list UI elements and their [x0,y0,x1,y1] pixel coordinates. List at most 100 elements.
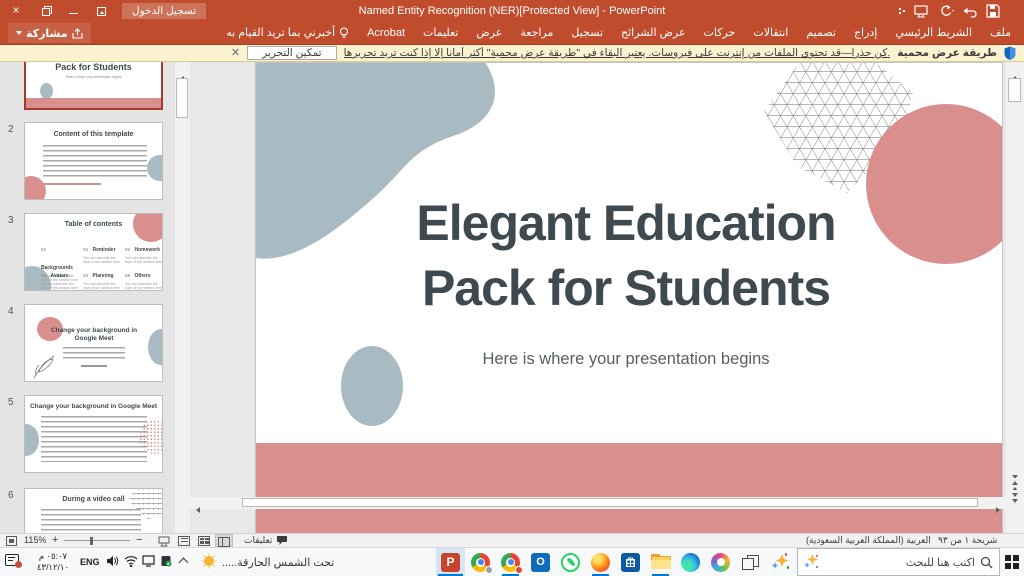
tray-clock[interactable]: ٠٥:٠٧ م ٤٣/١٢/١٠ [30,551,76,573]
tab-transitions[interactable]: انتقالات [744,22,797,44]
close-warning-icon[interactable]: ✕ [231,48,240,59]
tab-acrobat[interactable]: Acrobat [358,22,414,44]
zoom-out-button[interactable]: − [136,534,142,547]
thumbnail-slide-3[interactable]: Table of contents 01 Backgrounds You can… [24,213,163,291]
language-indicator[interactable]: العربية (المملكة العربية السعودية) [806,534,931,547]
share-button[interactable]: مشاركة [8,23,91,43]
scroll-right-icon[interactable] [992,497,1004,509]
thumbnail-slide-1[interactable]: Pack for Students Here is where your pre… [24,62,163,110]
tab-record[interactable]: تسجيل [562,22,612,44]
undo-icon[interactable] [962,4,978,18]
sign-in-button[interactable]: تسجيل الدخول [122,3,206,19]
toc-item-avatars: 02 Avatars You can describe the topic of… [41,264,81,290]
weather-widget-text[interactable]: تحت الشمس الحارقة..... [222,556,334,569]
tell-me-label: أخبرني بما تريد القيام به [226,22,335,44]
slide-subtitle[interactable]: Here is where your presentation begins [316,350,936,369]
toc-item-others: 06 Others You can describe the topic of … [125,264,163,290]
taskbar-task-view[interactable] [736,548,765,576]
weather-widget-icon[interactable] [200,553,218,571]
thumbnail-scrollbar[interactable] [175,62,190,533]
tab-insert[interactable]: إدراج [845,22,886,44]
minimize-window-icon[interactable] [66,4,82,18]
taskbar-photos[interactable] [706,548,735,576]
vertical-scrollbar[interactable] [1006,62,1024,533]
scroll-down-icon[interactable] [1006,462,1024,475]
zoom-slider-knob[interactable] [90,537,93,545]
tab-view[interactable]: عرض [467,22,511,44]
scroll-up-icon[interactable] [1006,62,1024,76]
powerpoint-icon: P [441,553,460,572]
main-slide[interactable]: Elegant Education Pack for Students Here… [255,62,1003,533]
input-language-indicator[interactable]: ENG [80,557,100,567]
volume-icon[interactable] [106,555,119,567]
zoom-slider[interactable] [64,540,130,541]
normal-view-button[interactable] [215,534,233,547]
tell-me-search[interactable]: أخبرني بما تريد القيام به [217,22,358,44]
v-scrollbar-thumb[interactable] [1008,78,1021,102]
close-window-icon[interactable]: × [8,4,24,18]
taskbar-firefox[interactable] [586,548,615,576]
taskbar-chrome-2[interactable] [496,548,525,576]
security-status-icon[interactable] [160,555,172,567]
tab-slideshow[interactable]: عرض الشرائح [612,22,695,44]
taskbar-store[interactable] [616,548,645,576]
next-slide-button[interactable] [1006,490,1024,501]
protected-view-message[interactable]: كن حذراً—قد تحتوي الملفات من إنترنت على … [344,47,891,59]
customize-quick-access-icon[interactable] [899,8,901,22]
tab-review[interactable]: مراجعة [511,22,562,44]
slide-title-line2: Pack for Students [316,256,936,321]
thumb5-number: 5 [8,397,14,408]
slide-sorter-view-icon[interactable] [198,536,210,546]
start-button[interactable] [1000,548,1024,576]
comments-button[interactable]: تعليقات [244,534,288,547]
notification-badge [15,561,22,568]
tab-animations[interactable]: حركات [695,22,745,44]
start-slideshow-icon[interactable] [914,4,928,18]
thumb-scrollbar-thumb[interactable] [176,78,188,118]
horizontal-scrollbar[interactable] [190,497,1006,509]
share-icon [72,28,83,39]
thumb-scroll-up-icon[interactable] [175,62,190,76]
slide-title-line1: Elegant Education [316,191,936,256]
action-center-icon[interactable] [5,554,19,566]
protected-view-bar: طريقة عرض محمية كن حذراً—قد تحتوي الملفا… [0,44,1024,62]
document-title: Named Entity Recognition (NER)[Protected… [262,0,762,22]
tray-time: ٠٥:٠٧ م [30,551,76,562]
thumbnail-slide-5[interactable]: Change your background in Google Meet [24,395,163,473]
wifi-icon[interactable] [124,555,138,567]
thumbnail-slide-6[interactable]: During a video call [24,488,163,533]
redo-icon[interactable] [938,4,954,18]
slide-title[interactable]: Elegant Education Pack for Students [316,191,936,321]
zoom-level[interactable]: 115% [24,534,46,547]
taskbar-chrome-1[interactable] [466,548,495,576]
taskbar-search-highlights[interactable] [766,548,795,576]
slideshow-view-icon[interactable] [158,536,170,546]
h-scrollbar-thumb[interactable] [242,498,978,507]
thumb2-gray-blob [147,155,163,181]
tab-design[interactable]: تصميم [797,22,845,44]
taskbar-file-explorer[interactable] [646,548,675,576]
taskbar-search-box[interactable]: اكتب هنا للبحث [797,548,1000,576]
thumbnail-slide-4[interactable]: Change your background in Google Meet [24,304,163,382]
thumb-scroll-down-icon[interactable] [175,519,190,533]
tab-file[interactable]: ملف [981,22,1020,44]
thumb2-pink-blob [24,176,46,200]
taskbar-powerpoint[interactable]: P [436,548,465,576]
previous-slide-button[interactable] [1006,478,1024,489]
taskbar-whatsapp[interactable] [556,548,585,576]
scroll-left-icon[interactable] [192,497,204,509]
taskbar-edge[interactable] [676,548,705,576]
save-icon[interactable] [986,4,1000,18]
display-project-icon[interactable] [142,555,155,567]
show-hidden-icons-chevron[interactable] [180,559,187,566]
tab-help[interactable]: تعليمات [414,22,467,44]
reading-view-icon[interactable] [178,536,190,546]
taskbar-outlook[interactable]: O [526,548,555,576]
restore-window-icon[interactable] [38,4,54,18]
chrome1-badge [485,566,493,574]
ribbon-display-options-icon[interactable] [94,4,110,18]
tab-home[interactable]: الشريط الرئيسي [886,22,981,44]
thumbnail-slide-2[interactable]: Content of this template [24,122,163,200]
zoom-in-button[interactable]: + [52,534,58,547]
enable-editing-button[interactable]: تمكين التحرير [247,46,336,60]
